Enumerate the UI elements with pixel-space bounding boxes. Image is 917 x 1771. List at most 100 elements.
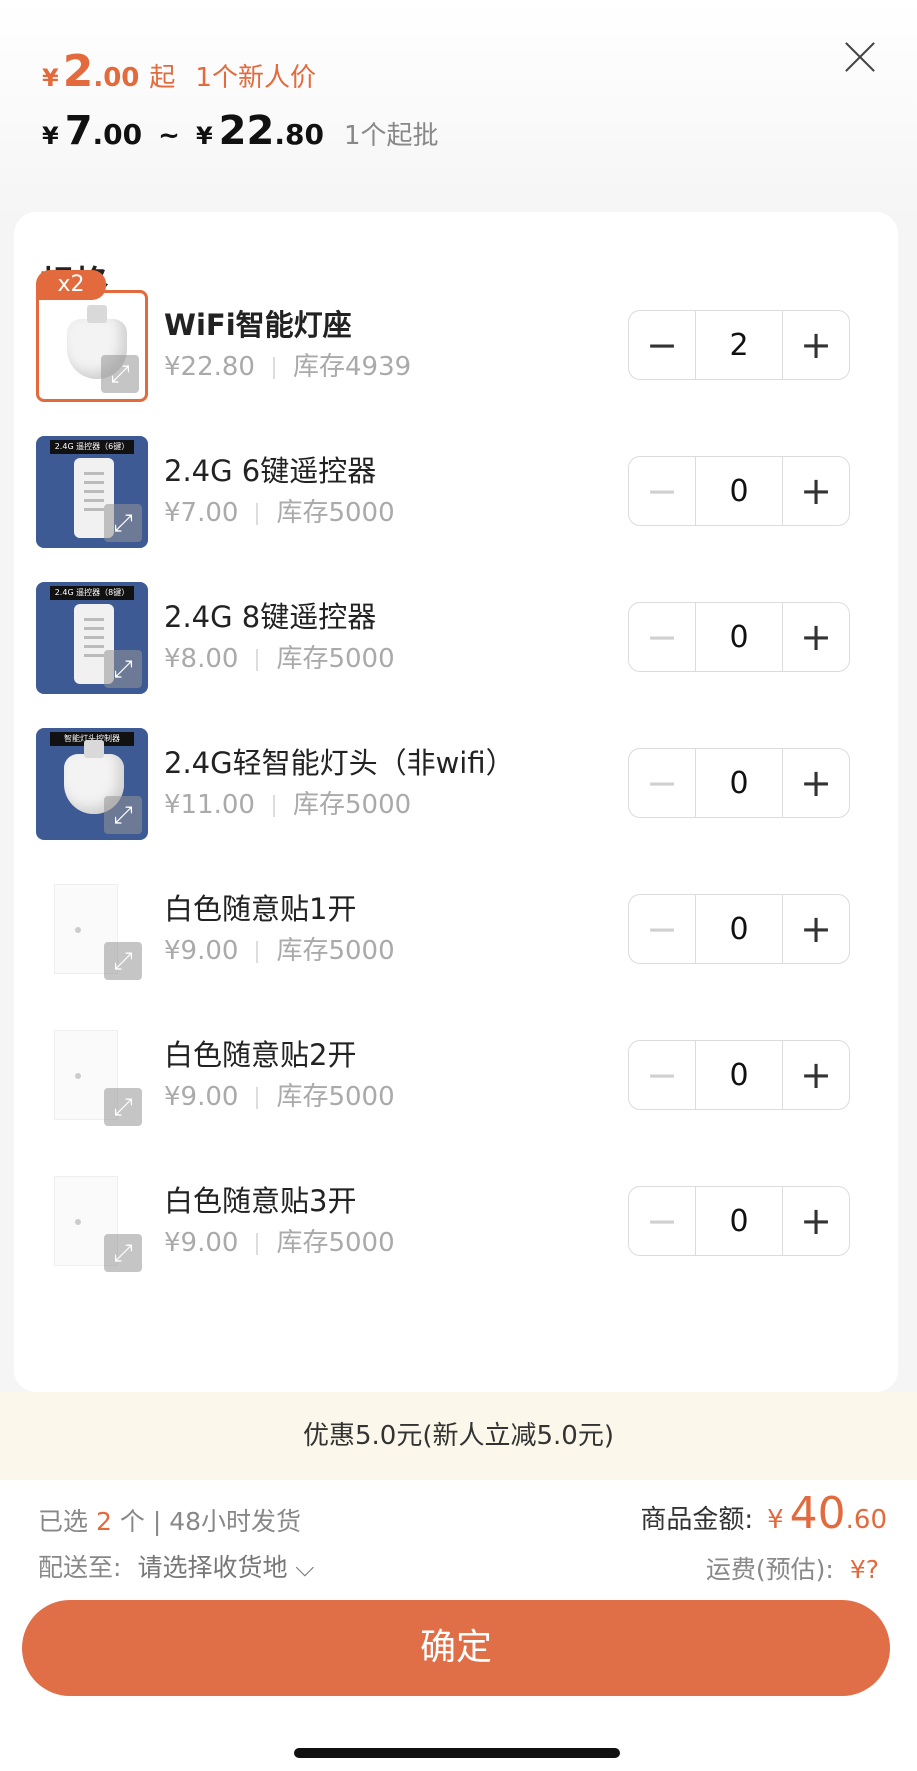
- sku-stock: 库存4939: [292, 352, 412, 382]
- sku-item: 2.4G 遥控器（8键） ⤢ 2.4G 8键遥控器 ¥8.00 库存5000 − …: [14, 582, 898, 712]
- quantity-value[interactable]: 2: [695, 311, 783, 379]
- ship-to[interactable]: 配送至: 请选择收货地 ⌵: [38, 1548, 314, 1584]
- plus-icon[interactable]: +: [783, 749, 849, 817]
- plus-icon[interactable]: +: [783, 1187, 849, 1255]
- plus-icon[interactable]: +: [783, 603, 849, 671]
- sku-item: ⤢ 白色随意贴1开 ¥9.00 库存5000 − 0 +: [14, 874, 898, 1004]
- expand-icon[interactable]: ⤢: [101, 355, 139, 393]
- sku-meta: ¥9.00 库存5000: [164, 930, 395, 967]
- address-select[interactable]: 请选择收货地 ⌵: [137, 1553, 314, 1582]
- price-range: ¥ 7 .00 ~ ¥ 22 .80 1个起批: [42, 108, 438, 154]
- sku-price: ¥9.00: [164, 1228, 239, 1258]
- sku-item: ⤢ 白色随意贴3开 ¥9.00 库存5000 − 0 +: [14, 1166, 898, 1296]
- sku-stock: 库存5000: [276, 498, 395, 528]
- sku-stock: 库存5000: [276, 1082, 395, 1112]
- home-indicator: [294, 1748, 620, 1758]
- expand-icon[interactable]: ⤢: [104, 796, 142, 834]
- currency: ¥: [195, 122, 213, 150]
- plus-icon[interactable]: +: [783, 895, 849, 963]
- sku-sheet: ¥ 2 .00 起 1个新人价 ¥ 7 .00 ~ ¥ 22 .80 1个起批 …: [0, 0, 917, 1771]
- quantity-value[interactable]: 0: [695, 1187, 783, 1255]
- sku-meta: ¥11.00 库存5000: [164, 784, 411, 821]
- expand-icon[interactable]: ⤢: [104, 1088, 142, 1126]
- sku-thumbnail[interactable]: ⤢: [36, 874, 148, 986]
- sku-meta: ¥8.00 库存5000: [164, 638, 395, 675]
- sku-thumbnail[interactable]: 2.4G 遥控器（8键） ⤢: [36, 582, 148, 694]
- sku-meta: ¥7.00 库存5000: [164, 492, 395, 529]
- minus-icon[interactable]: −: [629, 311, 695, 379]
- quantity-value[interactable]: 0: [695, 1041, 783, 1109]
- plus-icon[interactable]: +: [783, 457, 849, 525]
- sku-meta: ¥9.00 库存5000: [164, 1222, 395, 1259]
- image-tag: 2.4G 遥控器（6键）: [50, 440, 134, 454]
- amount-currency: ¥: [767, 1505, 784, 1535]
- sku-name: WiFi智能灯座: [164, 308, 352, 342]
- expand-icon[interactable]: ⤢: [104, 1234, 142, 1272]
- sku-item: x2 ⤢ WiFi智能灯座 ¥22.80 库存4939 − 2 +: [14, 270, 898, 420]
- min-order: 1个起批: [343, 121, 439, 151]
- quantity-value[interactable]: 0: [695, 749, 783, 817]
- sku-price: ¥8.00: [164, 644, 239, 674]
- sku-price: ¥7.00: [164, 498, 239, 528]
- selected-prefix: 已选: [38, 1507, 89, 1536]
- freight: 运费(预估): ¥?: [706, 1550, 879, 1586]
- quantity-stepper: − 0 +: [628, 456, 850, 526]
- quantity-stepper: − 0 +: [628, 1186, 850, 1256]
- new-user-label: 1个新人价: [195, 63, 316, 93]
- quantity-value[interactable]: 0: [695, 603, 783, 671]
- expand-icon[interactable]: ⤢: [104, 650, 142, 688]
- qty-badge: x2: [36, 270, 106, 300]
- sku-meta: ¥9.00 库存5000: [164, 1076, 395, 1113]
- confirm-button[interactable]: 确定: [22, 1600, 890, 1696]
- quantity-stepper: − 2 +: [628, 310, 850, 380]
- quantity-stepper: − 0 +: [628, 894, 850, 964]
- minus-icon[interactable]: −: [629, 749, 695, 817]
- sku-price: ¥11.00: [164, 790, 255, 820]
- close-icon[interactable]: [843, 40, 877, 74]
- ship-label: 配送至:: [38, 1553, 122, 1582]
- new-user-price: ¥ 2 .00 起 1个新人价: [42, 46, 316, 97]
- image-tag: 2.4G 遥控器（8键）: [50, 586, 134, 600]
- sku-name: 2.4G 8键遥控器: [164, 600, 377, 634]
- minus-icon[interactable]: −: [629, 457, 695, 525]
- sku-item: ⤢ 白色随意贴2开 ¥9.00 库存5000 − 0 +: [14, 1020, 898, 1150]
- discount-bar: 优惠5.0元(新人立减5.0元): [0, 1392, 917, 1480]
- expand-icon[interactable]: ⤢: [104, 942, 142, 980]
- minus-icon[interactable]: −: [629, 1187, 695, 1255]
- amount-label: 商品金额:: [640, 1505, 754, 1535]
- sku-price: ¥22.80: [164, 352, 255, 382]
- sku-price: ¥9.00: [164, 936, 239, 966]
- sku-item: 2.4G 遥控器（6键） ⤢ 2.4G 6键遥控器 ¥7.00 库存5000 − …: [14, 436, 898, 566]
- minus-icon[interactable]: −: [629, 895, 695, 963]
- expand-icon[interactable]: ⤢: [104, 504, 142, 542]
- quantity-stepper: − 0 +: [628, 602, 850, 672]
- sku-thumbnail[interactable]: 智能灯头控制器 ⤢: [36, 728, 148, 840]
- price-int: 7: [64, 108, 93, 154]
- sku-stock: 库存5000: [276, 644, 395, 674]
- quantity-value[interactable]: 0: [695, 895, 783, 963]
- price-suffix: 起: [149, 63, 176, 93]
- sku-meta: ¥22.80 库存4939: [164, 346, 411, 383]
- sku-thumbnail[interactable]: 2.4G 遥控器（6键） ⤢: [36, 436, 148, 548]
- sku-thumbnail[interactable]: ⤢: [36, 1166, 148, 1278]
- currency: ¥: [42, 122, 59, 150]
- plus-icon[interactable]: +: [783, 1041, 849, 1109]
- sku-thumbnail[interactable]: ⤢: [36, 1020, 148, 1132]
- currency: ¥: [42, 64, 59, 92]
- sku-stock: 库存5000: [276, 936, 395, 966]
- quantity-stepper: − 0 +: [628, 1040, 850, 1110]
- amount-int: 40: [789, 1488, 846, 1539]
- sku-thumbnail[interactable]: ⤢: [36, 290, 148, 402]
- sku-price: ¥9.00: [164, 1082, 239, 1112]
- price-dec: .80: [274, 118, 324, 151]
- price-int: 2: [62, 46, 94, 97]
- price-int: 22: [218, 108, 275, 154]
- quantity-value[interactable]: 0: [695, 457, 783, 525]
- plus-icon[interactable]: +: [783, 311, 849, 379]
- freight-label: 运费(预估):: [705, 1555, 834, 1584]
- total-amount: 商品金额: ¥ 40 .60: [640, 1488, 887, 1539]
- minus-icon[interactable]: −: [629, 1041, 695, 1109]
- minus-icon[interactable]: −: [629, 603, 695, 671]
- checkout-footer: 已选 2 个 | 48小时发货 配送至: 请选择收货地 ⌵ 商品金额: ¥ 40 .6…: [0, 1480, 917, 1771]
- quantity-stepper: − 0 +: [628, 748, 850, 818]
